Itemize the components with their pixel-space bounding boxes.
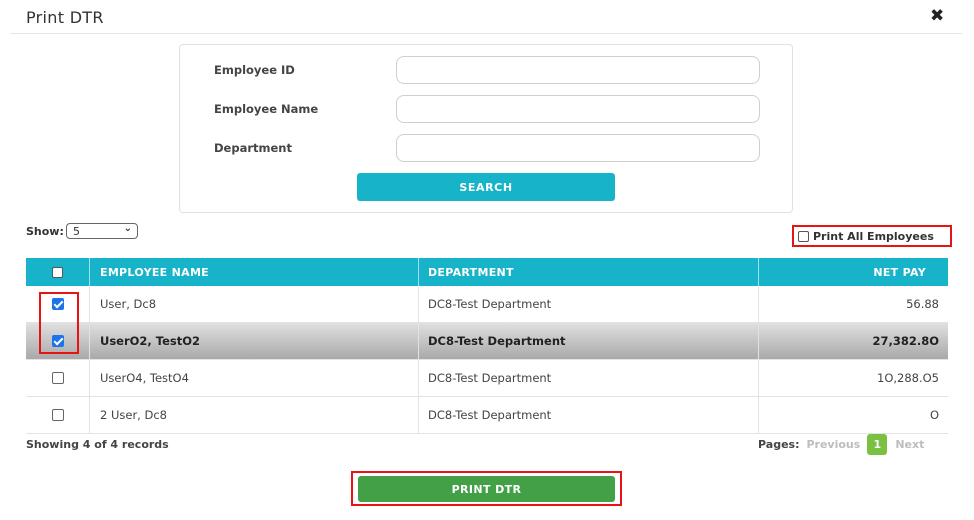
department-cell: DC8-Test Department	[419, 397, 759, 433]
table-row[interactable]: UserO4, TestO4 DC8-Test Department 1O,28…	[26, 360, 948, 397]
column-header-department[interactable]: DEPARTMENT	[419, 258, 759, 286]
employee-id-input[interactable]	[396, 56, 760, 84]
table-header: EMPLOYEE NAME DEPARTMENT NET PAY	[26, 258, 948, 286]
pagination: Pages: Previous 1 Next	[758, 434, 924, 455]
net-pay-cell: O	[929, 408, 939, 422]
print-all-checkbox[interactable]	[798, 230, 809, 242]
table-row[interactable]: 2 User, Dc8 DC8-Test Department O	[26, 397, 948, 434]
select-all-checkbox[interactable]	[52, 266, 63, 278]
row-checkbox[interactable]	[51, 298, 64, 310]
employee-name-input[interactable]	[396, 95, 760, 123]
dialog-title: Print DTR	[26, 8, 104, 27]
print-all-employees[interactable]: Print All Employees	[792, 225, 952, 247]
department-cell: DC8-Test Department	[419, 286, 759, 322]
search-panel: Employee ID Employee Name Department SEA…	[179, 44, 793, 213]
employee-name-label: Employee Name	[214, 102, 319, 116]
employee-id-label: Employee ID	[214, 63, 295, 77]
department-input[interactable]	[396, 134, 760, 162]
show-label: Show:	[26, 225, 64, 238]
previous-page-link[interactable]: Previous	[806, 438, 860, 451]
net-pay-cell: 27,382.8O	[872, 334, 939, 348]
row-checkbox[interactable]	[51, 409, 64, 421]
net-pay-cell: 56.88	[906, 297, 939, 311]
table-row[interactable]: UserO2, TestO2 DC8-Test Department 27,38…	[26, 323, 948, 360]
print-dtr-highlight: PRINT DTR	[351, 471, 622, 506]
row-checkbox[interactable]	[51, 372, 64, 384]
column-header-employee-name[interactable]: EMPLOYEE NAME	[90, 258, 419, 286]
department-cell: DC8-Test Department	[419, 323, 759, 359]
net-pay-cell: 1O,288.O5	[877, 371, 939, 385]
row-checkbox-cell	[26, 323, 90, 359]
employee-name-cell: User, Dc8	[90, 286, 419, 322]
print-all-label: Print All Employees	[813, 229, 934, 243]
next-page-link[interactable]: Next	[895, 438, 924, 451]
employee-name-cell: UserO4, TestO4	[90, 360, 419, 396]
row-checkbox-cell	[26, 360, 90, 396]
current-page-button[interactable]: 1	[867, 434, 888, 455]
employee-table: EMPLOYEE NAME DEPARTMENT NET PAY User, D…	[26, 258, 948, 434]
page-size-value: 5	[73, 224, 80, 238]
department-cell: DC8-Test Department	[419, 360, 759, 396]
pages-label: Pages:	[758, 438, 800, 451]
department-label: Department	[214, 141, 292, 155]
row-checkbox-cell	[26, 397, 90, 433]
column-header-net-pay[interactable]: NET PAY	[759, 258, 948, 286]
chevron-down-icon: ⌄	[123, 223, 132, 234]
page-size-select[interactable]: 5 ⌄	[66, 223, 138, 239]
table-row[interactable]: User, Dc8 DC8-Test Department 56.88	[26, 286, 948, 323]
records-count: Showing 4 of 4 records	[26, 438, 169, 451]
row-checkbox[interactable]	[51, 335, 64, 347]
employee-name-cell: 2 User, Dc8	[90, 397, 419, 433]
close-icon[interactable]: ✖	[930, 6, 944, 26]
header-checkbox-cell	[26, 258, 90, 286]
row-checkbox-cell	[26, 286, 90, 322]
print-dtr-button[interactable]: PRINT DTR	[358, 476, 615, 502]
title-divider	[10, 33, 962, 34]
search-button[interactable]: SEARCH	[357, 173, 615, 201]
employee-name-cell: UserO2, TestO2	[90, 323, 419, 359]
